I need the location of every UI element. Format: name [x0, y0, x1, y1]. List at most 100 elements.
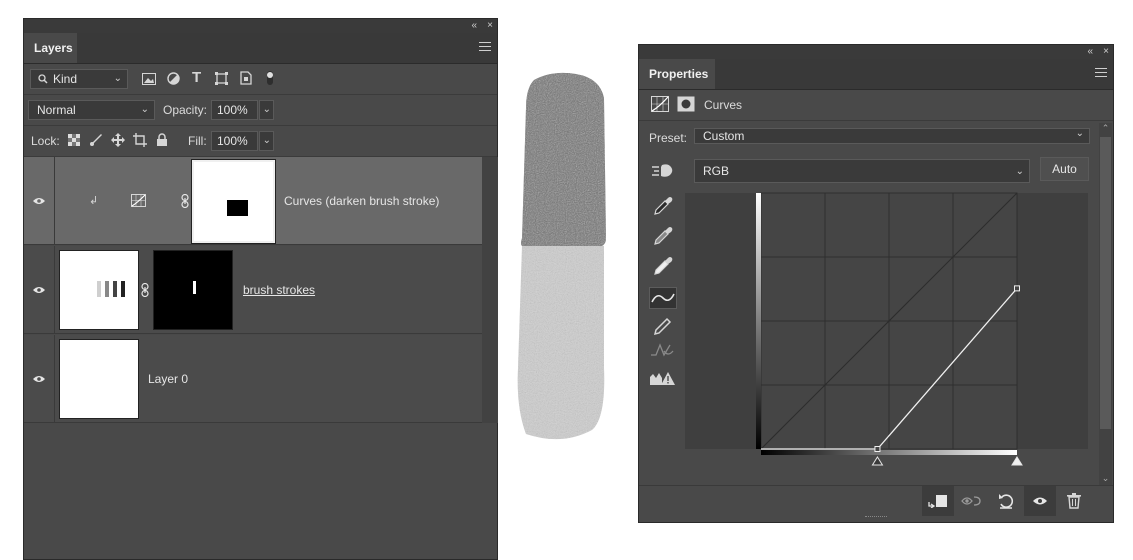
clipping-warning-icon — [650, 372, 675, 385]
panel-menu-icon[interactable] — [479, 42, 491, 52]
filter-toggle-icon[interactable] — [266, 70, 274, 86]
gray-point-eyedropper-tool[interactable] — [649, 225, 677, 247]
layer-row-layer-0[interactable]: Layer 0 — [24, 335, 482, 423]
scroll-up-arrow[interactable]: ⌃ — [1099, 123, 1112, 135]
channel-dropdown[interactable]: RGB ⌄ — [694, 159, 1030, 183]
canvas-brush-stroke — [517, 72, 606, 440]
opacity-slider-button[interactable]: ⌄ — [259, 100, 274, 120]
trash-icon — [1067, 493, 1081, 509]
chevron-down-icon: ⌄ — [262, 104, 271, 115]
layer-row-brush-strokes[interactable]: brush strokes — [24, 246, 482, 334]
type-filter-icon[interactable]: T — [192, 70, 201, 85]
auto-button[interactable]: Auto — [1040, 157, 1089, 181]
scroll-thumb[interactable] — [1100, 137, 1111, 429]
clip-to-layer-button[interactable] — [922, 486, 954, 516]
delete-adjustment-button[interactable] — [1058, 486, 1090, 516]
output-gradient-bar — [756, 193, 761, 449]
black-point-eyedropper-tool[interactable] — [649, 195, 677, 217]
properties-panel: « × Properties Curves Preset: Custom ⌄ R… — [638, 44, 1114, 523]
smooth-curve-tool[interactable] — [649, 341, 677, 363]
curve-points-tool[interactable] — [649, 287, 677, 309]
layer-filter-row: Kind ⌄ T — [24, 64, 497, 95]
layer-name-curves[interactable]: Curves (darken brush stroke) — [284, 194, 439, 208]
scroll-down-arrow[interactable]: ⌄ — [1099, 473, 1112, 485]
close-panel-button[interactable]: × — [487, 20, 493, 32]
layer-name-layer-0[interactable]: Layer 0 — [148, 372, 188, 386]
clipping-warning-tool[interactable] — [649, 369, 677, 391]
collapse-panel-button[interactable]: « — [1087, 46, 1093, 58]
chevron-down-icon: ⌄ — [140, 104, 149, 115]
smart-object-filter-icon[interactable] — [240, 71, 252, 85]
curves-graph[interactable] — [685, 192, 1088, 477]
fill-slider-button[interactable]: ⌄ — [259, 131, 274, 151]
curve-control-point — [1014, 285, 1020, 292]
layers-scrollbar[interactable] — [482, 157, 498, 423]
view-previous-state-button[interactable] — [956, 486, 988, 516]
image-filter-icon[interactable] — [142, 73, 156, 85]
pencil-draw-tool[interactable] — [649, 315, 677, 337]
resize-grip[interactable] — [865, 516, 887, 520]
dark-stroke-section — [521, 72, 606, 246]
toggle-layer-visibility-button[interactable] — [1024, 486, 1056, 516]
chevron-down-icon: ⌄ — [262, 135, 271, 146]
filter-kind-label: Kind — [53, 72, 78, 86]
blend-mode-dropdown[interactable]: Normal ⌄ — [28, 100, 155, 120]
filter-kind-dropdown[interactable]: Kind ⌄ — [30, 69, 128, 89]
tab-layers[interactable]: Layers — [24, 33, 77, 63]
link-icon[interactable] — [141, 283, 149, 297]
opacity-label: Opacity: — [163, 103, 208, 117]
input-gradient-bar — [761, 450, 1017, 455]
chevron-down-icon: ⌄ — [1075, 128, 1084, 139]
panel-menu-icon[interactable] — [1095, 68, 1107, 78]
lock-label: Lock: — [31, 134, 60, 148]
lock-position-icon[interactable] — [111, 133, 125, 147]
stroke-thumb-3 — [113, 281, 117, 297]
reset-adjustment-button[interactable] — [990, 486, 1022, 516]
layer-name-brush-strokes[interactable]: brush strokes — [243, 283, 315, 297]
layer-thumbnail[interactable] — [59, 339, 139, 419]
lock-all-icon[interactable] — [156, 133, 168, 147]
properties-scrollbar[interactable]: ⌃ ⌄ — [1099, 123, 1112, 485]
curves-graph-area[interactable] — [685, 192, 1088, 466]
white-point-eyedropper-tool[interactable] — [649, 255, 677, 277]
collapse-panel-button[interactable]: « — [471, 20, 477, 32]
opacity-input[interactable]: 100% — [211, 100, 258, 120]
layer-thumbnail[interactable] — [59, 250, 139, 330]
layer-mask-thumbnail[interactable] — [191, 159, 276, 244]
lock-image-pixels-icon[interactable] — [89, 133, 103, 147]
eyedropper-gray-icon — [654, 227, 673, 245]
close-panel-button[interactable]: × — [1103, 46, 1109, 58]
layer-mask-thumbnail[interactable] — [153, 250, 233, 330]
white-point-slider[interactable] — [1011, 456, 1023, 466]
layer-mask-icon[interactable] — [677, 96, 695, 112]
targeted-adjustment-hand-icon[interactable] — [652, 161, 676, 179]
eye-icon — [33, 376, 45, 382]
layer-row-curves[interactable]: ↲ Curves (darken brush stroke) — [24, 157, 482, 245]
lock-artboard-icon[interactable] — [133, 133, 147, 147]
adjustment-filter-icon[interactable] — [167, 72, 180, 85]
stroke-thumb-4 — [121, 281, 125, 297]
visibility-toggle[interactable] — [24, 246, 55, 333]
curve-control-point — [874, 446, 881, 452]
visibility-toggle[interactable] — [24, 157, 55, 244]
visibility-toggle[interactable] — [24, 335, 55, 422]
lock-transparent-pixels-icon[interactable] — [68, 134, 80, 146]
clipping-arrow-icon: ↲ — [89, 195, 99, 207]
tab-properties[interactable]: Properties — [639, 59, 715, 89]
curve-points-icon — [651, 293, 675, 303]
fill-input[interactable]: 100% — [211, 131, 258, 151]
opacity-value: 100% — [217, 103, 248, 117]
chevron-down-icon: ⌄ — [1015, 166, 1024, 177]
shape-filter-icon[interactable] — [215, 72, 228, 85]
black-point-slider[interactable] — [871, 456, 884, 466]
stroke-thumb-1 — [97, 281, 101, 297]
fill-value: 100% — [217, 134, 248, 148]
eyedropper-white-icon — [654, 257, 673, 275]
preset-dropdown[interactable]: Custom ⌄ — [694, 128, 1090, 144]
mask-black-rect — [227, 200, 248, 216]
reset-icon — [999, 494, 1014, 509]
link-icon[interactable] — [181, 194, 189, 208]
blend-mode-value: Normal — [37, 103, 76, 117]
eyedropper-black-icon — [654, 197, 673, 215]
curves-adjustment-icon[interactable] — [651, 96, 669, 112]
